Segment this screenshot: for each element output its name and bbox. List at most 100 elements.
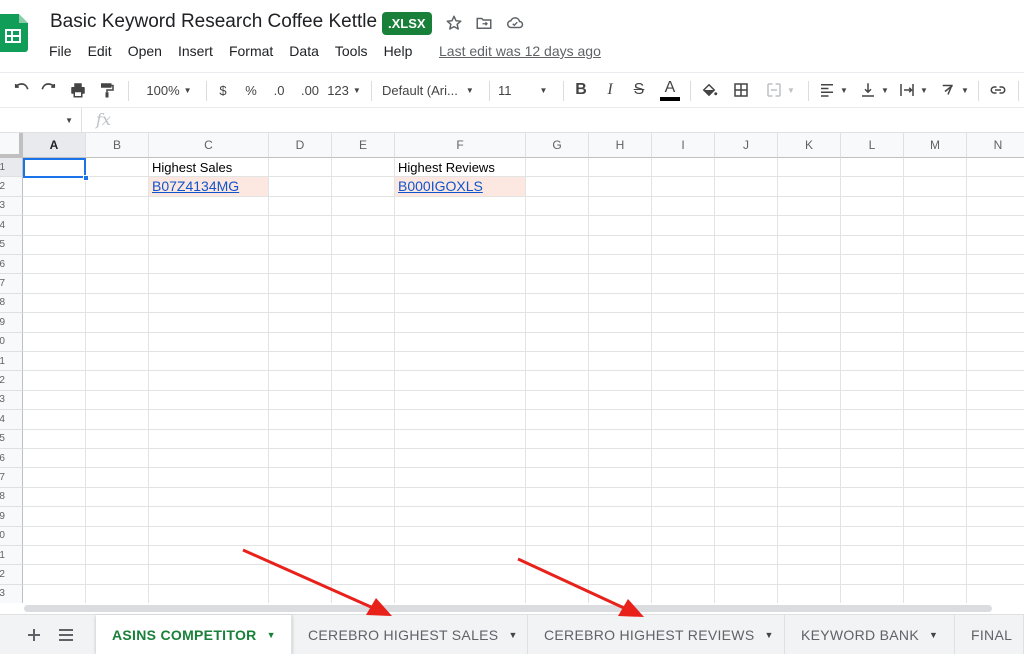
- menu-file[interactable]: File: [49, 43, 72, 61]
- move-folder-icon[interactable]: [473, 12, 495, 34]
- column-header-b[interactable]: B: [86, 133, 149, 158]
- font-select[interactable]: Default (Ari... ▼: [382, 77, 480, 103]
- row-header-2[interactable]: 2: [0, 177, 23, 197]
- font-size-select[interactable]: 11 ▼: [498, 77, 556, 103]
- cell-c1[interactable]: Highest Sales: [152, 158, 272, 176]
- column-header-k[interactable]: K: [778, 133, 841, 158]
- text-wrapping-icon[interactable]: ▼: [896, 77, 930, 103]
- menu-edit[interactable]: Edit: [88, 43, 112, 61]
- column-header-d[interactable]: D: [269, 133, 332, 158]
- row-header-18[interactable]: 18: [0, 487, 23, 508]
- spreadsheet-grid[interactable]: ABCDEFGHIJKLMN12345678910111213141516171…: [0, 133, 1024, 603]
- column-header-n[interactable]: N: [967, 133, 1024, 158]
- more-formats-select[interactable]: 123 ▼: [326, 77, 362, 103]
- row-header-19[interactable]: 19: [0, 507, 23, 527]
- vertical-align-icon[interactable]: ▼: [857, 77, 891, 103]
- fill-handle[interactable]: [83, 175, 89, 181]
- italic-button[interactable]: I: [600, 77, 620, 103]
- column-header-m[interactable]: M: [904, 133, 967, 158]
- sheet-tab-cerebro-highest-reviews[interactable]: CEREBRO HIGHEST REVIEWS ▼: [528, 615, 785, 654]
- selected-cell-a1[interactable]: [23, 158, 86, 178]
- chevron-down-icon[interactable]: ▼: [929, 630, 938, 640]
- column-header-c[interactable]: C: [149, 133, 269, 158]
- bold-button[interactable]: B: [571, 77, 591, 103]
- column-header-j[interactable]: J: [715, 133, 778, 158]
- menu-open[interactable]: Open: [128, 43, 162, 61]
- horizontal-align-icon[interactable]: ▼: [816, 77, 850, 103]
- column-header-a[interactable]: A: [23, 133, 86, 158]
- sheet-tab-keyword-bank[interactable]: KEYWORD BANK ▼: [785, 615, 955, 654]
- zoom-select[interactable]: 100% ▼: [140, 77, 198, 103]
- paint-format-icon[interactable]: [96, 77, 118, 103]
- select-all-corner[interactable]: [0, 133, 23, 158]
- menu-insert[interactable]: Insert: [178, 43, 213, 61]
- text-rotation-icon[interactable]: ▼: [937, 77, 971, 103]
- column-header-l[interactable]: L: [841, 133, 904, 158]
- name-box[interactable]: ▼: [0, 108, 82, 132]
- chevron-down-icon[interactable]: ▼: [508, 630, 517, 640]
- scrollbar-thumb[interactable]: [24, 605, 992, 612]
- row-header-14[interactable]: 14: [0, 410, 23, 430]
- increase-decimal-button[interactable]: .00: [297, 77, 323, 103]
- sheet-tab-cerebro-highest-sales[interactable]: CEREBRO HIGHEST SALES ▼: [292, 615, 528, 654]
- text-color-button[interactable]: A: [658, 77, 682, 103]
- sheets-logo-icon[interactable]: [0, 14, 28, 52]
- last-edit-link[interactable]: Last edit was 12 days ago: [439, 43, 601, 59]
- menu-bar: File Edit Open Insert Format Data Tools …: [49, 43, 428, 61]
- cell-c2-link[interactable]: B07Z4134MG: [149, 177, 268, 196]
- add-sheet-icon[interactable]: [22, 623, 46, 647]
- row-header-3[interactable]: 3: [0, 196, 23, 217]
- sheet-tab-final[interactable]: FINAL: [955, 615, 1024, 654]
- row-header-20[interactable]: 20: [0, 526, 23, 546]
- row-header-10[interactable]: 10: [0, 332, 23, 352]
- row-header-4[interactable]: 4: [0, 216, 23, 236]
- column-header-i[interactable]: I: [652, 133, 715, 158]
- row-header-21[interactable]: 21: [0, 546, 23, 566]
- chevron-down-icon[interactable]: ▼: [764, 630, 773, 640]
- document-title[interactable]: Basic Keyword Research Coffee Kettle: [50, 11, 377, 33]
- redo-icon[interactable]: [38, 77, 60, 103]
- row-header-6[interactable]: 6: [0, 255, 23, 275]
- merge-cells-icon[interactable]: ▼: [760, 77, 800, 103]
- decrease-decimal-button[interactable]: .0: [268, 77, 290, 103]
- menu-help[interactable]: Help: [384, 43, 413, 61]
- fill-color-icon[interactable]: [698, 77, 720, 103]
- strikethrough-button[interactable]: S: [629, 77, 649, 103]
- chevron-down-icon[interactable]: ▼: [267, 630, 276, 640]
- row-header-7[interactable]: 7: [0, 274, 23, 294]
- percent-format-button[interactable]: %: [241, 77, 261, 103]
- column-header-g[interactable]: G: [526, 133, 589, 158]
- menu-format[interactable]: Format: [229, 43, 273, 61]
- column-header-h[interactable]: H: [589, 133, 652, 158]
- row-header-5[interactable]: 5: [0, 235, 23, 255]
- row-header-13[interactable]: 13: [0, 390, 23, 411]
- formula-input[interactable]: [125, 108, 1024, 132]
- menu-data[interactable]: Data: [289, 43, 319, 61]
- row-header-8[interactable]: 8: [0, 293, 23, 314]
- borders-icon[interactable]: [730, 77, 752, 103]
- row-header-1[interactable]: 1: [0, 158, 23, 178]
- row-header-22[interactable]: 22: [0, 565, 23, 585]
- sheet-tab-asins-competitor[interactable]: ASINS COMPETITOR ▼: [96, 615, 292, 654]
- row-header-11[interactable]: 11: [0, 352, 23, 372]
- print-icon[interactable]: [67, 77, 89, 103]
- toolbar: 100% ▼ $ % .0 .00 123 ▼ Default (Ari... ▼ 1…: [0, 72, 1024, 108]
- horizontal-scrollbar[interactable]: [0, 603, 1024, 614]
- row-header-16[interactable]: 16: [0, 449, 23, 469]
- column-header-e[interactable]: E: [332, 133, 395, 158]
- row-header-12[interactable]: 12: [0, 371, 23, 391]
- star-icon[interactable]: [443, 12, 465, 34]
- cell-f1[interactable]: Highest Reviews: [398, 158, 529, 176]
- menu-tools[interactable]: Tools: [335, 43, 368, 61]
- undo-icon[interactable]: [10, 77, 32, 103]
- insert-link-icon[interactable]: [986, 77, 1010, 103]
- currency-format-button[interactable]: $: [213, 77, 233, 103]
- row-header-9[interactable]: 9: [0, 313, 23, 333]
- all-sheets-icon[interactable]: [54, 623, 78, 647]
- column-header-f[interactable]: F: [395, 133, 526, 158]
- row-header-23[interactable]: 23: [0, 584, 23, 603]
- cloud-status-icon[interactable]: [504, 12, 526, 34]
- row-header-15[interactable]: 15: [0, 429, 23, 449]
- row-header-17[interactable]: 17: [0, 468, 23, 488]
- cell-f2-link[interactable]: B000IGOXLS: [395, 177, 525, 196]
